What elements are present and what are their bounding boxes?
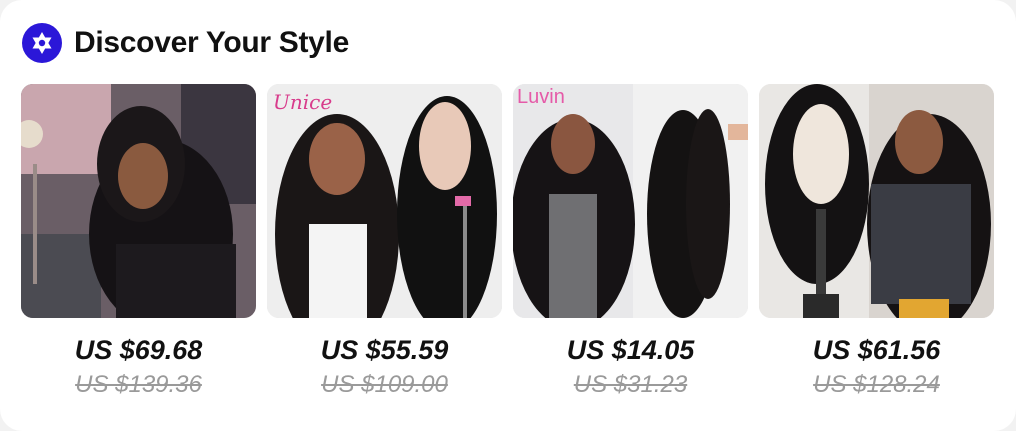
product-original-price: US $109.00 [321, 371, 448, 398]
product-card[interactable]: Luvin US $14.05 US $31.23 [513, 84, 748, 400]
product-list: US $69.68 US $139.36 Unice US $55.59 US … [21, 84, 994, 400]
product-price: US $55.59 [320, 335, 449, 365]
product-image[interactable] [21, 84, 256, 318]
product-price: US $69.68 [74, 335, 203, 365]
product-card[interactable]: Unice US $55.59 US $109.00 [267, 84, 502, 400]
product-original-price: US $31.23 [573, 371, 688, 398]
section-title: Discover Your Style [74, 26, 349, 59]
section-header: Discover Your Style [22, 22, 349, 64]
product-price: US $14.05 [566, 335, 695, 365]
product-card[interactable]: US $69.68 US $139.36 [21, 84, 256, 400]
discover-style-card: Discover Your Style US $69.68 US $139.36… [0, 0, 1016, 431]
product-image[interactable]: Unice [267, 84, 502, 318]
product-image[interactable] [759, 84, 994, 318]
brand-watermark-logo: Unice [273, 90, 333, 114]
product-card[interactable]: US $61.56 US $128.24 [759, 84, 994, 400]
product-image[interactable]: Luvin [513, 84, 748, 318]
product-original-price: US $139.36 [75, 371, 202, 398]
brand-watermark-logo: Luvin [517, 86, 565, 108]
product-original-price: US $128.24 [813, 371, 940, 398]
star-badge-icon [22, 23, 62, 63]
product-price: US $61.56 [812, 335, 941, 365]
